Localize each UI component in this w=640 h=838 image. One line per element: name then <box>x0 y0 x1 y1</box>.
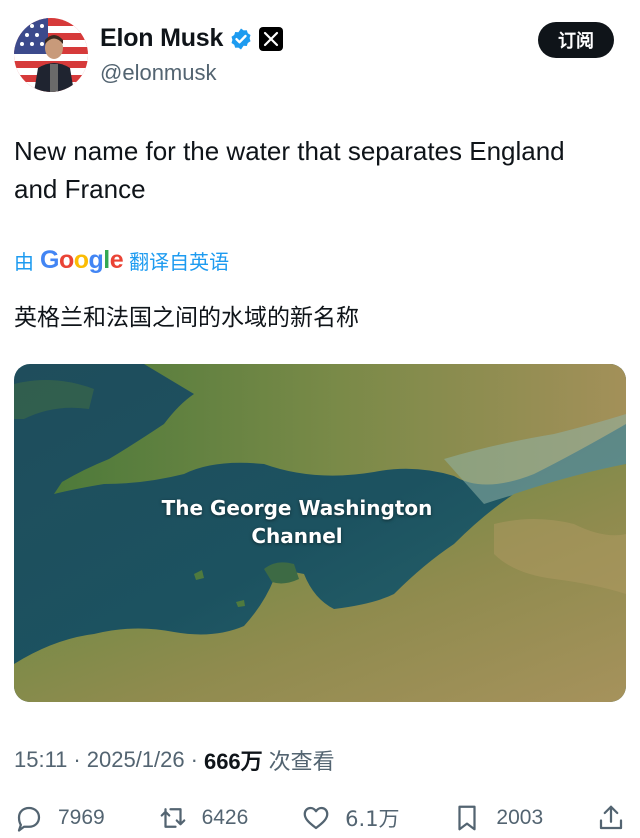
image-caption-line2: Channel <box>251 524 343 548</box>
tweet-image[interactable]: The George Washington Channel <box>14 364 626 702</box>
reply-button[interactable]: 7969 <box>14 803 105 833</box>
translation-attribution[interactable]: 由 Google 翻译自英语 <box>14 246 229 275</box>
tweet-header: Elon Musk @elonmusk 订阅 <box>14 18 614 96</box>
bookmark-button[interactable]: 2003 <box>452 803 543 833</box>
retweet-button[interactable]: 6426 <box>158 803 249 833</box>
verified-badge-icon <box>231 28 251 49</box>
bookmark-icon <box>458 805 477 831</box>
tweet-meta: 15:11 · 2025/1/26 · 666万 次查看 <box>14 744 335 776</box>
tweet-time[interactable]: 15:11 <box>14 747 67 773</box>
x-logo-icon <box>259 26 284 51</box>
tweet-text: New name for the water that separates En… <box>14 136 565 204</box>
translation-prefix: 由 <box>14 250 34 274</box>
author-name[interactable]: Elon Musk <box>100 24 223 53</box>
like-count: 6.1万 <box>345 807 400 831</box>
name-row: Elon Musk <box>100 24 284 53</box>
image-caption: The George Washington Channel <box>14 494 580 550</box>
action-bar: 7969 6426 6.1万 2003 <box>14 798 626 838</box>
translated-text: 英格兰和法国之间的水域的新名称 <box>14 305 359 331</box>
share-button[interactable] <box>596 803 626 833</box>
reply-count: 7969 <box>58 806 105 829</box>
reply-icon <box>17 806 41 832</box>
subscribe-button[interactable]: 订阅 <box>538 22 614 58</box>
share-icon <box>599 805 623 830</box>
author-handle[interactable]: @elonmusk <box>100 60 217 86</box>
retweet-icon <box>160 808 185 828</box>
retweet-count: 6426 <box>201 806 249 829</box>
image-caption-line1: The George Washington <box>161 496 433 520</box>
meta-separator: · <box>73 747 81 772</box>
meta-separator: · <box>190 747 198 772</box>
view-label: 次查看 <box>268 750 335 775</box>
bookmark-count: 2003 <box>496 806 544 829</box>
google-logo: Google <box>40 246 124 274</box>
view-count: 666万 <box>203 749 263 774</box>
translation-suffix: 翻译自英语 <box>129 250 230 274</box>
avatar[interactable] <box>14 18 88 92</box>
tweet-date[interactable]: 2025/1/26 <box>87 747 185 773</box>
heart-icon <box>303 806 329 830</box>
like-button[interactable]: 6.1万 <box>301 803 400 833</box>
